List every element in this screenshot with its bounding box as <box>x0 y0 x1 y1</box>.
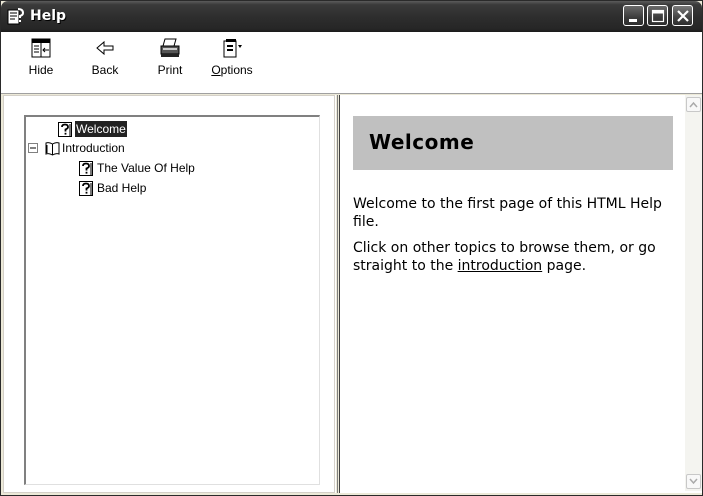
maximize-icon <box>651 9 665 23</box>
toolbar: Hide Back Print Options <box>1 32 702 94</box>
question-page-icon <box>79 161 93 176</box>
introduction-link[interactable]: introduction <box>458 258 543 274</box>
navigation-pane: Welcome Introduction The Value Of Help B… <box>3 95 335 493</box>
scroll-down-button[interactable] <box>686 474 701 489</box>
pane-splitter[interactable] <box>335 95 338 493</box>
topic-pane: Welcome Welcome to the first page of thi… <box>339 95 702 493</box>
options-icon <box>223 39 242 58</box>
navigation-paragraph: Click on other topics to browse them, or… <box>353 240 656 274</box>
back-label: Back <box>91 63 119 77</box>
topic-content: Welcome to the first page of this HTML H… <box>353 195 691 283</box>
tree-item-label: Introduction <box>62 141 125 155</box>
printer-icon <box>160 38 180 57</box>
question-page-icon <box>58 122 72 137</box>
help-window: Help Hide Back Print Options Welcome Int… <box>0 0 703 496</box>
vertical-scrollbar[interactable] <box>685 95 702 491</box>
scroll-up-icon <box>689 101 698 108</box>
back-arrow-icon <box>96 40 114 56</box>
question-page-icon <box>79 181 93 196</box>
print-label: Print <box>157 63 183 77</box>
collapse-minus-icon[interactable] <box>28 143 38 153</box>
scroll-down-icon <box>689 478 698 485</box>
close-button[interactable] <box>672 5 693 26</box>
intro-paragraph: Welcome to the first page of this HTML H… <box>353 196 662 230</box>
scroll-up-button[interactable] <box>686 97 701 112</box>
topic-heading: Welcome <box>369 130 475 154</box>
contents-tree[interactable]: Welcome Introduction The Value Of Help B… <box>24 115 320 485</box>
close-icon <box>677 10 689 22</box>
options-label: Options <box>211 63 253 77</box>
maximize-button[interactable] <box>647 5 668 26</box>
hide-label: Hide <box>28 63 54 77</box>
window-title: Help <box>30 8 67 24</box>
hide-button[interactable]: Hide <box>21 36 61 90</box>
tree-item-label: Bad Help <box>97 181 147 195</box>
help-page-icon <box>7 8 25 25</box>
options-button[interactable]: Options <box>202 36 262 90</box>
hide-icon <box>31 38 51 58</box>
minimize-button[interactable] <box>623 5 644 26</box>
print-button[interactable]: Print <box>148 36 192 90</box>
book-icon <box>45 142 60 156</box>
minimize-icon <box>629 19 637 22</box>
back-button[interactable]: Back <box>85 36 125 90</box>
tree-item-label: Welcome <box>75 121 127 137</box>
topic-heading-box: Welcome <box>353 116 673 170</box>
title-bar[interactable]: Help <box>1 1 702 32</box>
tree-item-label: The Value Of Help <box>97 161 195 175</box>
